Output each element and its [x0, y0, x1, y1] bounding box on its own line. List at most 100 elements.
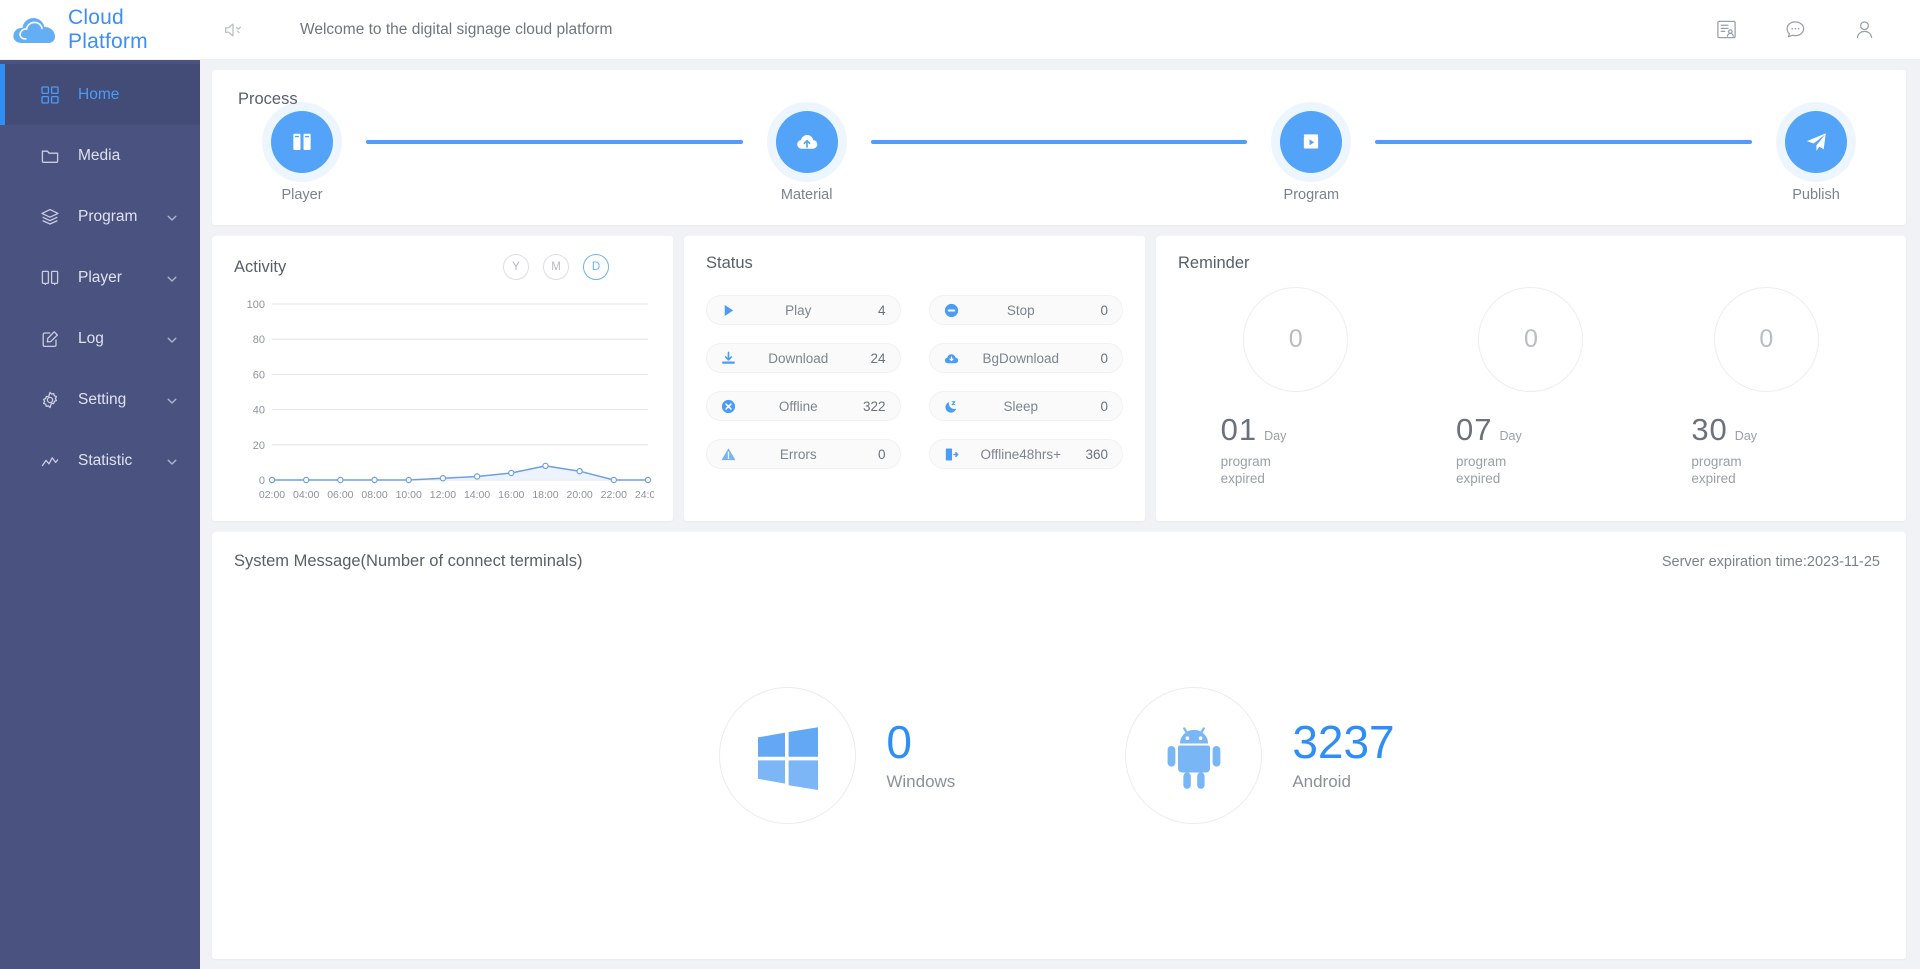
sidebar-item-home[interactable]: Home	[0, 64, 200, 125]
sidebar-item-label: Log	[78, 329, 104, 347]
status-value: 24	[870, 350, 886, 366]
reminder-desc: program expired	[1691, 454, 1742, 486]
reminder-title: Reminder	[1178, 254, 1250, 272]
chevron-down-icon[interactable]	[166, 455, 178, 467]
svg-text:08:00: 08:00	[361, 489, 387, 501]
windows-icon-circle	[719, 686, 857, 824]
svg-text:20:00: 20:00	[566, 489, 592, 501]
status-pill-errors[interactable]: Errors 0	[706, 439, 901, 469]
reminder-item-07day[interactable]: 0 07 Day program expired	[1456, 287, 1606, 487]
status-value: 0	[1100, 398, 1108, 414]
terminal-text: 3237 Android	[1292, 718, 1394, 792]
program-play-icon	[1280, 111, 1343, 173]
reminder-count: 0	[1713, 287, 1819, 392]
status-pill-offline[interactable]: Offline 322	[706, 391, 901, 421]
process-steps: Player Material Program Publish	[238, 111, 1880, 203]
chevron-down-icon[interactable]	[166, 272, 178, 284]
chevron-down-icon[interactable]	[166, 333, 178, 345]
svg-text:14:00: 14:00	[464, 489, 490, 501]
activity-line-chart: 0 20 40 60 80 100 02:00 04:00 06:00 08:00 10:00 12:…	[247, 299, 662, 501]
sidebar-item-player[interactable]: Player	[0, 247, 200, 308]
reminder-day-wrap: 01 Day	[1221, 412, 1287, 448]
system-message-card: System Message(Number of connect termina…	[212, 532, 1906, 959]
status-value: 0	[1100, 350, 1108, 366]
reminder-item-01day[interactable]: 0 01 Day program expired	[1221, 287, 1371, 487]
system-message-header: System Message(Number of connect termina…	[234, 552, 1880, 571]
header-actions	[1715, 18, 1920, 41]
sidebar: Home Media Program Player Log Setting St…	[0, 60, 200, 969]
reminder-day: 30	[1691, 412, 1728, 447]
download-icon	[720, 350, 737, 367]
status-label: Download	[768, 350, 829, 366]
app-root: Cloud Platform Welcome to the digital si…	[0, 0, 1920, 969]
status-label: Offline48hrs+	[980, 446, 1061, 462]
user-icon[interactable]	[1853, 18, 1876, 41]
toggle-day[interactable]: D	[583, 254, 609, 280]
activity-title: Activity	[234, 257, 287, 276]
sidebar-item-statistic[interactable]: Statistic	[0, 430, 200, 491]
reminder-day-unit: Day	[1734, 429, 1758, 443]
process-step-label: Material	[780, 187, 833, 203]
top-header: Cloud Platform Welcome to the digital si…	[0, 0, 1920, 60]
process-step-label: Player	[281, 187, 323, 203]
terminal-label: Android	[1292, 772, 1351, 792]
message-icon[interactable]	[1784, 18, 1807, 41]
status-label: Sleep	[1003, 398, 1039, 414]
status-value: 0	[1100, 302, 1108, 318]
sidebar-item-program[interactable]: Program	[0, 186, 200, 247]
sidebar-item-log[interactable]: Log	[0, 308, 200, 369]
toggle-year[interactable]: Y	[503, 254, 529, 280]
reminder-grid: 0 01 Day program expired 0 07 Day progra…	[1178, 287, 1884, 487]
status-pill-bgdownload[interactable]: BgDownload 0	[928, 343, 1123, 373]
middle-row: Activity Y M D 0 20 40 60 80 100 02:00 04:00 06:…	[212, 236, 1906, 521]
reminder-desc: program expired	[1220, 454, 1271, 486]
terminal-count: 0	[886, 715, 912, 768]
mute-icon[interactable]	[222, 19, 244, 41]
toggle-month[interactable]: M	[543, 254, 569, 280]
sidebar-item-media[interactable]: Media	[0, 125, 200, 186]
reminder-day-unit: Day	[1264, 429, 1287, 443]
process-step-player[interactable]: Player	[238, 111, 366, 203]
reminder-day-wrap: 07 Day	[1456, 412, 1522, 448]
status-value: 360	[1085, 446, 1108, 462]
status-pill-download[interactable]: Download 24	[706, 343, 901, 373]
layers-icon	[40, 207, 60, 227]
send-icon	[1785, 111, 1848, 173]
sidebar-item-setting[interactable]: Setting	[0, 369, 200, 430]
terminal-android[interactable]: 3237 Android	[1125, 686, 1395, 824]
process-step-program[interactable]: Program	[1247, 111, 1375, 203]
terminal-windows[interactable]: 0 Windows	[719, 686, 955, 824]
process-card: Process Player Material Program Publish	[212, 70, 1906, 225]
welcome-message: Welcome to the digital signage cloud pla…	[300, 20, 613, 38]
svg-text:100: 100	[247, 299, 265, 311]
status-pill-offline48[interactable]: Offline48hrs+ 360	[928, 439, 1123, 469]
cloud-logo-icon	[12, 13, 58, 47]
process-step-material[interactable]: Material	[743, 111, 871, 203]
status-card: Status Play 4 Stop 0 Download 24 BgDownl…	[684, 236, 1145, 521]
process-connector	[366, 140, 743, 144]
svg-text:60: 60	[253, 369, 265, 381]
svg-text:24:00: 24:00	[635, 489, 654, 501]
exit-door-icon	[943, 446, 960, 463]
status-pill-sleep[interactable]: Sleep 0	[928, 391, 1123, 421]
status-label: Errors	[779, 446, 817, 462]
reminder-count: 0	[1478, 287, 1584, 392]
svg-text:20: 20	[253, 440, 265, 452]
reminder-item-30day[interactable]: 0 30 Day program expired	[1691, 287, 1841, 487]
report-user-icon[interactable]	[1715, 18, 1738, 41]
status-pill-stop[interactable]: Stop 0	[928, 295, 1123, 325]
sidebar-item-label: Setting	[78, 390, 127, 408]
offline-x-icon	[720, 398, 737, 415]
sidebar-item-label: Statistic	[78, 451, 133, 469]
chevron-down-icon[interactable]	[166, 211, 178, 223]
reminder-day-unit: Day	[1499, 429, 1522, 443]
stop-icon	[943, 302, 960, 319]
process-step-publish[interactable]: Publish	[1752, 111, 1880, 203]
process-step-label: Publish	[1792, 187, 1840, 203]
body: Home Media Program Player Log Setting St…	[0, 60, 1920, 969]
brand[interactable]: Cloud Platform	[0, 6, 200, 54]
reminder-day: 01	[1220, 412, 1258, 447]
process-title: Process	[238, 90, 298, 108]
status-pill-play[interactable]: Play 4	[706, 295, 901, 325]
chevron-down-icon[interactable]	[166, 394, 178, 406]
